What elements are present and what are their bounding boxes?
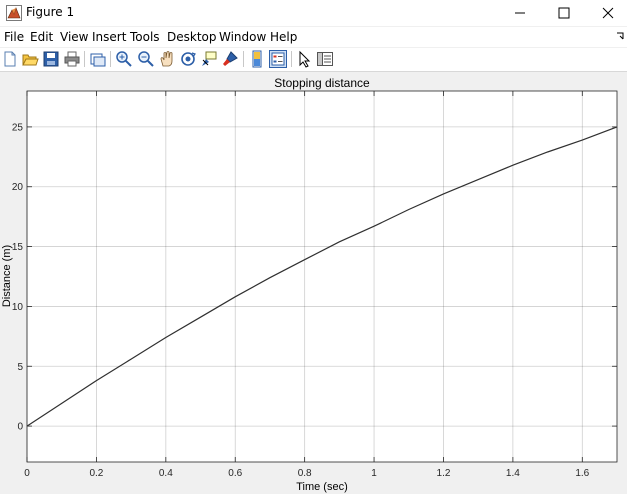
toolbar-separator [84, 51, 85, 67]
x-tick-label: 1.2 [437, 468, 451, 479]
menu-tools[interactable]: Tools [130, 30, 160, 44]
brush-icon[interactable] [221, 50, 239, 68]
figure-window: Figure 1 File Edit View Insert Tools Des… [0, 0, 627, 494]
toolbar-separator [291, 51, 292, 67]
x-tick-label: 0 [24, 468, 30, 479]
save-icon[interactable] [42, 50, 60, 68]
title-bar: Figure 1 [0, 0, 627, 26]
insert-colorbar-icon[interactable] [248, 50, 266, 68]
y-axis-label: Distance (m) [1, 245, 13, 307]
edit-plot-icon[interactable] [296, 50, 314, 68]
x-tick-label: 0.4 [159, 468, 173, 479]
x-tick-label: 1.4 [506, 468, 520, 479]
toolbar-separator [243, 51, 244, 67]
window-title: Figure 1 [26, 5, 75, 19]
x-tick-label: 0.8 [298, 468, 312, 479]
y-tick-label: 5 [17, 362, 23, 373]
y-tick-label: 25 [12, 122, 24, 133]
new-figure-icon[interactable] [1, 50, 19, 68]
y-tick-label: 20 [12, 182, 24, 193]
y-tick-label: 0 [17, 422, 23, 433]
toolbar-separator [110, 51, 111, 67]
menu-window[interactable]: Window [219, 30, 266, 44]
menu-desktop[interactable]: Desktop [167, 30, 217, 44]
data-cursor-icon[interactable] [200, 50, 218, 68]
maximize-icon [558, 7, 570, 19]
menu-help[interactable]: Help [270, 30, 297, 44]
x-tick-label: 1 [371, 468, 377, 479]
minimize-button[interactable] [497, 0, 543, 26]
property-inspector-icon[interactable] [316, 50, 334, 68]
matlab-figure-icon [6, 5, 22, 21]
close-icon [602, 7, 614, 19]
plot-canvas[interactable]: 0 0.2 0.4 0.6 0.8 1 1.2 1.4 1.6 0 5 10 15 20 25 Stopp… [0, 72, 627, 494]
zoom-in-icon[interactable] [115, 50, 133, 68]
figure-area: 0 0.2 0.4 0.6 0.8 1 1.2 1.4 1.6 0 5 10 15 20 25 Stopp… [0, 72, 627, 494]
x-tick-labels: 0 0.2 0.4 0.6 0.8 1 1.2 1.4 1.6 [24, 468, 589, 479]
rotate-3d-icon[interactable] [179, 50, 197, 68]
x-tick-label: 0.2 [89, 468, 103, 479]
menu-file[interactable]: File [4, 30, 24, 44]
link-plot-icon[interactable] [89, 50, 107, 68]
menu-bar: File Edit View Insert Tools Desktop Wind… [0, 27, 627, 47]
print-icon[interactable] [63, 50, 81, 68]
maximize-button[interactable] [541, 0, 587, 26]
axes-background [27, 91, 617, 462]
y-tick-labels: 0 5 10 15 20 25 [12, 122, 24, 432]
pan-icon[interactable] [158, 50, 176, 68]
x-tick-label: 1.6 [575, 468, 589, 479]
y-tick-label: 10 [12, 302, 24, 313]
x-tick-label: 0.6 [228, 468, 242, 479]
x-axis-label: Time (sec) [296, 481, 348, 493]
menu-view[interactable]: View [60, 30, 88, 44]
open-file-icon[interactable] [21, 50, 39, 68]
chart-title: Stopping distance [274, 76, 370, 90]
figure-toolbar [0, 48, 627, 72]
menu-edit[interactable]: Edit [30, 30, 53, 44]
dock-arrow-icon[interactable] [615, 30, 625, 40]
menu-insert[interactable]: Insert [92, 30, 126, 44]
insert-legend-icon[interactable] [269, 50, 287, 68]
y-tick-label: 15 [12, 242, 24, 253]
close-button[interactable] [585, 0, 627, 26]
zoom-out-icon[interactable] [137, 50, 155, 68]
